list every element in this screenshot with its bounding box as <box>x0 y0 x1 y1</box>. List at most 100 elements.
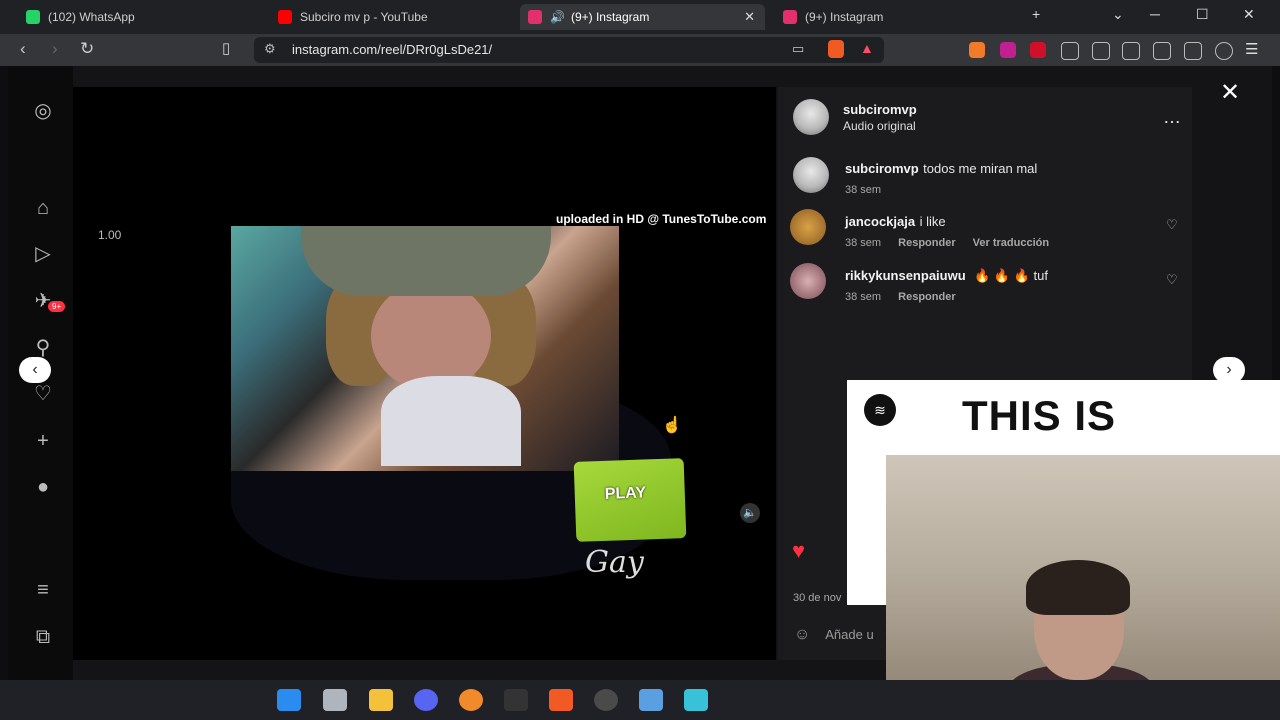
minimize-icon[interactable]: ─ <box>1150 6 1160 22</box>
comment-text: todos me miran mal <box>923 161 1038 176</box>
author-username[interactable]: subciromvp <box>843 102 917 117</box>
like-comment-icon[interactable]: ♡ <box>1166 217 1178 233</box>
comment-username[interactable]: rikkykunsenpaiuwu <box>845 268 966 283</box>
comment-age: 38 sem <box>845 291 882 303</box>
heart-icon[interactable]: ♡ <box>30 381 56 407</box>
playback-speed: 1.00 <box>98 228 122 242</box>
like-comment-icon[interactable]: ♡ <box>1166 272 1178 288</box>
tab-youtube[interactable]: Subciro mv p - YouTube <box>270 4 518 30</box>
home-icon[interactable]: ⌂ <box>30 195 56 221</box>
extension-icon[interactable] <box>1030 42 1046 58</box>
comment-age: 38 sem <box>845 184 882 196</box>
wallet-icon[interactable] <box>1153 42 1171 60</box>
comment-avatar[interactable] <box>790 209 826 245</box>
brave-rewards-icon[interactable]: ▲ <box>860 40 874 56</box>
add-comment-field[interactable]: ☺ Añade u <box>794 626 874 644</box>
new-tab-button[interactable]: + <box>1032 6 1040 22</box>
reload-icon[interactable]: ↻ <box>80 39 94 59</box>
close-tab-icon[interactable]: ✕ <box>744 9 755 25</box>
vpn-icon[interactable] <box>1215 42 1233 60</box>
tab-bar: (102) WhatsApp Subciro mv p - YouTube 🔊 … <box>0 0 1280 34</box>
maximize-icon[interactable]: ☐ <box>1196 6 1209 23</box>
comment-item: subciromvp todos me miran mal 38 sem <box>845 160 1037 196</box>
more-options-icon[interactable]: … <box>1163 107 1181 128</box>
mouse-cursor-icon: ☝ <box>662 417 682 434</box>
comment-text: i like <box>919 214 946 229</box>
file-explorer-icon[interactable] <box>369 689 393 711</box>
spotify-title: THIS IS <box>962 392 1117 439</box>
comment-avatar[interactable] <box>793 157 829 193</box>
spotify-icon: ≋ <box>864 394 896 426</box>
tab-instagram[interactable]: (9+) Instagram <box>775 4 1015 30</box>
tab-label: Subciro mv p - YouTube <box>300 10 428 24</box>
comment-username[interactable]: subciromvp <box>845 161 919 176</box>
menu-icon[interactable]: ☰ <box>1245 40 1261 58</box>
more-menu-icon[interactable]: ≡ <box>30 577 56 603</box>
profile-icon[interactable]: ● <box>30 474 56 500</box>
cast-icon[interactable]: ▭ <box>792 41 804 57</box>
task-view-icon[interactable] <box>323 689 347 711</box>
video-watermark: uploaded in HD @ TunesToTube.com <box>556 212 767 226</box>
audio-label[interactable]: Audio original <box>843 119 917 133</box>
also-from-meta-icon[interactable]: ⧉ <box>30 624 56 650</box>
photos-icon[interactable] <box>639 689 663 711</box>
url-text[interactable]: instagram.com/reel/DRr0gLsDe21/ <box>292 42 492 57</box>
reply-button[interactable]: Responder <box>898 237 955 249</box>
brave-shields-icon[interactable] <box>828 40 844 58</box>
translate-button[interactable]: Ver traducción <box>973 237 1049 249</box>
reply-button[interactable]: Responder <box>898 291 955 303</box>
bookmark-icon[interactable]: ▯ <box>222 39 230 57</box>
tab-label: (9+) Instagram <box>805 10 884 24</box>
comment-item: rikkykunsenpaiuwu 🔥 🔥 🔥 tuf 38 sem Respo… <box>845 267 1048 303</box>
extension-icon[interactable] <box>1000 42 1016 58</box>
previous-reel-button[interactable]: ‹ <box>19 357 51 383</box>
add-comment-placeholder: Añade u <box>825 627 874 642</box>
author-avatar[interactable] <box>793 99 829 135</box>
comment-avatar[interactable] <box>790 263 826 299</box>
address-bar[interactable]: ⚙ instagram.com/reel/DRr0gLsDe21/ ▭ ▲ <box>254 37 884 63</box>
speaker-icon: 🔊 <box>550 10 565 24</box>
signature-text: Gay <box>585 545 644 580</box>
post-header: subciromvp Audio original <box>843 102 917 133</box>
ableton-live-icon[interactable] <box>504 689 528 711</box>
post-date: 30 de nov <box>793 592 842 604</box>
comment-item: jancockjaja i like 38 sem Responder Ver … <box>845 213 1049 249</box>
close-window-icon[interactable]: ✕ <box>1243 6 1255 23</box>
like-icon[interactable]: ♥ <box>792 538 805 564</box>
emoji-icon[interactable]: ☺ <box>794 626 810 643</box>
site-info-icon[interactable]: ⚙ <box>264 41 276 57</box>
tab-label: (9+) Instagram <box>570 10 650 24</box>
fl-studio-icon[interactable] <box>459 689 483 711</box>
tab-instagram-active[interactable]: 🔊 (9+) Instagram ✕ <box>520 4 765 30</box>
comment-username[interactable]: jancockjaja <box>845 214 915 229</box>
sticker-label: PLAY <box>604 484 647 503</box>
back-icon[interactable]: ‹ <box>20 39 26 59</box>
start-icon[interactable] <box>277 689 301 711</box>
sticker-image: PLAY <box>573 458 687 542</box>
comment-age: 38 sem <box>845 237 882 249</box>
music-icon[interactable] <box>1092 42 1110 60</box>
forward-icon[interactable]: › <box>52 39 58 59</box>
puzzle-icon[interactable] <box>1061 42 1079 60</box>
reels-icon[interactable]: ▷ <box>30 241 56 267</box>
brave-browser-icon[interactable] <box>549 689 573 711</box>
comment-text: 🔥 🔥 🔥 tuf <box>974 268 1048 283</box>
sidebar-icon[interactable] <box>1122 42 1140 60</box>
tab-label: (102) WhatsApp <box>48 10 135 24</box>
close-post-icon[interactable]: ✕ <box>1220 78 1240 107</box>
extension-icon[interactable] <box>969 42 985 58</box>
instagram-icon <box>783 10 797 24</box>
ai-icon[interactable] <box>1184 42 1202 60</box>
volume-icon[interactable]: 🔈 <box>740 503 760 523</box>
instagram-icon <box>528 10 542 24</box>
notepad-icon[interactable] <box>684 689 708 711</box>
create-icon[interactable]: + <box>30 428 56 454</box>
notification-badge: 9+ <box>48 301 66 312</box>
whatsapp-icon <box>26 10 40 24</box>
instagram-logo-icon[interactable]: ◎ <box>30 98 56 124</box>
discord-icon[interactable] <box>414 689 438 711</box>
tab-list-chevron-icon[interactable]: ⌄ <box>1112 6 1124 23</box>
reel-photo <box>231 226 619 471</box>
tab-whatsapp[interactable]: (102) WhatsApp <box>18 4 268 30</box>
obs-icon[interactable] <box>594 689 618 711</box>
